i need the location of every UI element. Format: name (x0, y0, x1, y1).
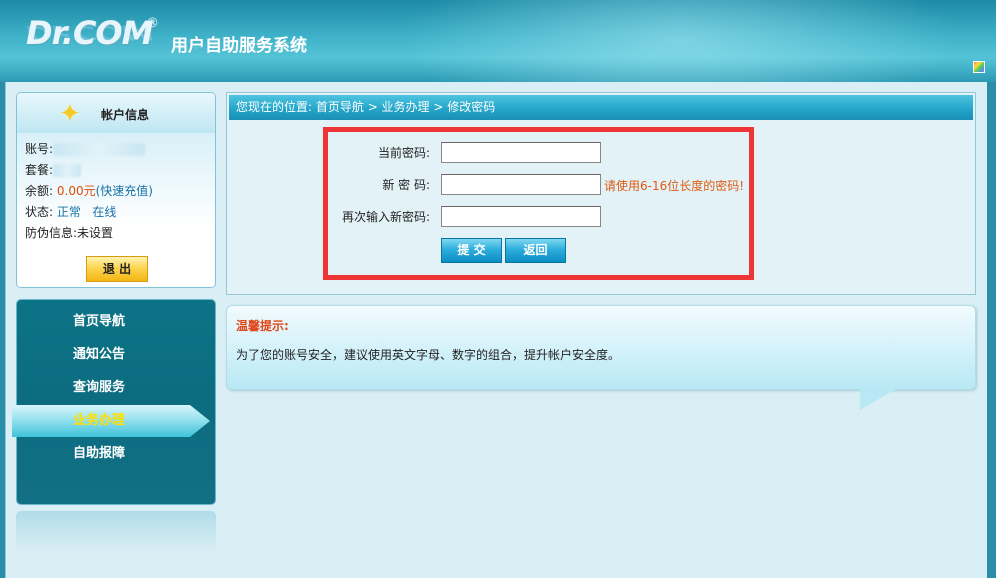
sidebar-nav: 首页导航 通知公告 查询服务 业务办理 自助报障 (12, 299, 216, 505)
plan-value-redacted (53, 164, 82, 177)
current-password-input[interactable] (441, 142, 601, 163)
nav-reflection (16, 511, 216, 551)
plan-label: 套餐: (25, 163, 54, 177)
new-password-label: 新 密 码: (382, 178, 430, 192)
online-status: 在线 (92, 205, 117, 219)
tips-text: 为了您的账号安全，建议使用英文字母、数字的组合，提升帐户安全度。 (236, 348, 621, 362)
nav-item-fault-report[interactable]: 自助报障 (17, 438, 205, 470)
nav-item-business[interactable]: 业务办理 (12, 405, 210, 437)
nav-item-notices[interactable]: 通知公告 (17, 339, 205, 371)
confirm-password-label: 再次输入新密码: (341, 210, 430, 224)
star-icon: ✦ (59, 99, 81, 129)
status-label: 状态: (25, 205, 54, 219)
password-length-hint: 请使用6-16位长度的密码! (604, 179, 745, 193)
status-value: 正常 (56, 205, 81, 219)
header-glow (380, 0, 980, 82)
logout-button[interactable]: 退 出 (86, 256, 148, 282)
nav-item-query[interactable]: 查询服务 (17, 372, 205, 404)
status-row: 状态: 正常 在线 (25, 202, 215, 223)
recharge-link[interactable]: (快速充值) (96, 184, 153, 198)
breadcrumb: 您现在的位置: 首页导航 > 业务办理 > 修改密码 (229, 95, 973, 120)
account-info-title: 帐户信息 (101, 108, 150, 122)
back-button[interactable]: 返回 (505, 238, 566, 263)
account-row: 账号: (25, 139, 215, 160)
antifake-label: 防伪信息: (25, 226, 78, 240)
confirm-password-input[interactable] (441, 206, 601, 227)
current-password-label: 当前密码: (377, 146, 430, 160)
account-info-header: ✦ 帐户信息 (17, 93, 215, 133)
plan-row: 套餐: (25, 160, 215, 181)
color-palette-icon[interactable] (973, 61, 985, 73)
system-title-reflection: 用户自助服务系统 (171, 39, 307, 50)
app-header: Dr.COM Dr.COM ® 用户自助服务系统 用户自助服务系统 (0, 0, 996, 82)
balance-row: 余额: 0.00元(快速充值) (25, 181, 215, 202)
logo-reflection: Dr.COM (26, 21, 153, 44)
nav-item-home[interactable]: 首页导航 (17, 306, 205, 338)
antifake-value: 未设置 (77, 226, 114, 240)
balance-value: 0.00元 (56, 184, 96, 198)
submit-button[interactable]: 提 交 (441, 238, 502, 263)
tips-bubble-tail (860, 389, 896, 410)
new-password-input[interactable] (441, 174, 601, 195)
breadcrumb-path: 首页导航 > 业务办理 > 修改密码 (315, 100, 496, 114)
account-label: 账号: (25, 142, 54, 156)
account-info-panel: ✦ 帐户信息 账号: 套餐: 余额: 0.00元(快速充值) 状态: 正常 在线… (16, 92, 216, 288)
account-value-redacted (53, 143, 146, 156)
breadcrumb-prefix: 您现在的位置: (236, 100, 313, 114)
antifake-row: 防伪信息:未设置 (25, 223, 215, 244)
tips-title: 温馨提示: (236, 319, 289, 333)
registered-mark: ® (146, 16, 159, 31)
balance-label: 余额: (25, 184, 54, 198)
